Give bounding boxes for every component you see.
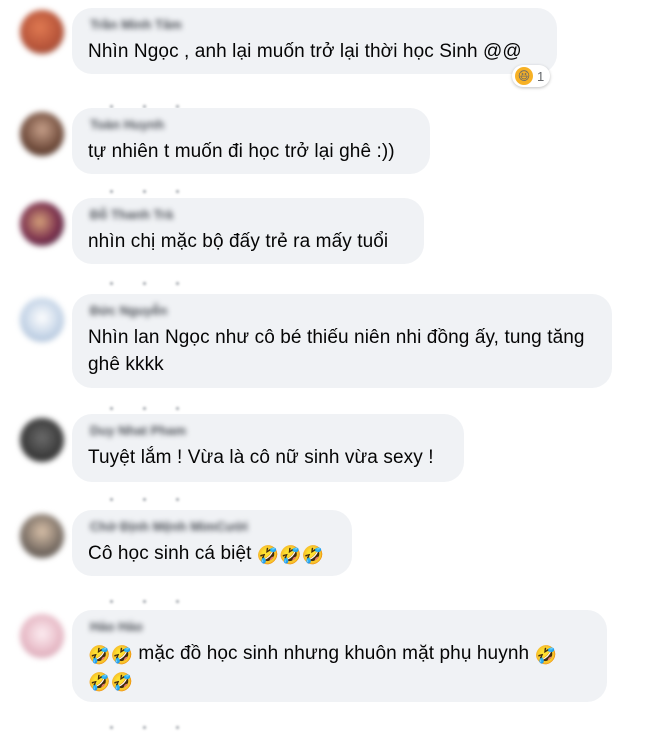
rofl-emoji-icon: 🤣🤣 — [88, 645, 134, 666]
avatar[interactable] — [20, 514, 64, 558]
comment-actions — [110, 397, 209, 410]
avatar[interactable] — [20, 112, 64, 156]
commenter-name[interactable]: Duy Nhat Pham — [90, 422, 450, 440]
comment-bubble: Duy Nhat Pham Tuyệt lắm ! Vừa là cô nữ s… — [72, 414, 464, 482]
comment-actions — [110, 590, 209, 603]
commenter-name[interactable]: Hảo Hảo — [90, 618, 593, 636]
comment-actions — [110, 180, 209, 193]
comment-text: tự nhiên t muốn đi học trở lại ghê :)) — [88, 141, 395, 162]
rofl-emoji-icon: 🤣🤣🤣 — [256, 545, 325, 566]
commenter-name[interactable]: Chờ Định Mệnh MimCười — [90, 518, 338, 536]
comment-bubble: Đức Nguyễn Nhìn lan Ngọc như cô bé thiếu… — [72, 294, 612, 388]
comment-text-content: mặc đồ học sinh nhưng khuôn mặt phụ huyn… — [133, 643, 535, 664]
comment-text: 🤣🤣 mặc đồ học sinh nhưng khuôn mặt phụ h… — [88, 640, 593, 694]
avatar[interactable] — [20, 202, 64, 246]
comment-text: Cô học sinh cá biệt 🤣🤣🤣 — [88, 540, 338, 567]
comment-actions — [110, 488, 209, 501]
reaction-count: 1 — [537, 68, 545, 84]
commenter-name[interactable]: Trần Minh Tâm — [90, 16, 543, 34]
comment-bubble: Đỗ Thanh Trà nhìn chị mặc bộ đấy trẻ ra … — [72, 198, 424, 264]
comment-bubble: Toàn Huynh tự nhiên t muốn đi học trở lạ… — [72, 108, 430, 174]
avatar[interactable] — [20, 614, 64, 658]
comment-bubble: Chờ Định Mệnh MimCười Cô học sinh cá biệ… — [72, 510, 352, 576]
comment-text: Nhìn lan Ngọc như cô bé thiếu niên nhi đ… — [88, 327, 585, 375]
commenter-name[interactable]: Đỗ Thanh Trà — [90, 206, 410, 224]
avatar[interactable] — [20, 418, 64, 462]
commenter-name[interactable]: Toàn Huynh — [90, 116, 416, 134]
reaction-badge[interactable]: 😆 1 — [512, 65, 551, 87]
comment-bubble: Trần Minh Tâm Nhìn Ngọc , anh lại muốn t… — [72, 8, 557, 74]
avatar[interactable] — [20, 10, 64, 54]
comment-text: nhìn chị mặc bộ đấy trẻ ra mấy tuổi — [88, 231, 389, 252]
comment-actions — [110, 716, 209, 729]
avatar[interactable] — [20, 298, 64, 342]
comment-bubble: Hảo Hảo 🤣🤣 mặc đồ học sinh nhưng khuôn m… — [72, 610, 607, 702]
comment-actions — [110, 272, 209, 285]
comment-text: Nhìn Ngọc , anh lại muốn trở lại thời họ… — [88, 41, 522, 62]
haha-reaction-icon: 😆 — [515, 67, 533, 85]
rofl-emoji-icon: 🤣🤣 — [88, 672, 134, 693]
rofl-emoji-icon: 🤣 — [534, 645, 558, 666]
comment-text: Tuyệt lắm ! Vừa là cô nữ sinh vừa sexy ! — [88, 447, 434, 468]
commenter-name[interactable]: Đức Nguyễn — [90, 302, 598, 320]
comment-actions — [110, 95, 209, 108]
comment-text-content: Cô học sinh cá biệt — [88, 543, 257, 564]
